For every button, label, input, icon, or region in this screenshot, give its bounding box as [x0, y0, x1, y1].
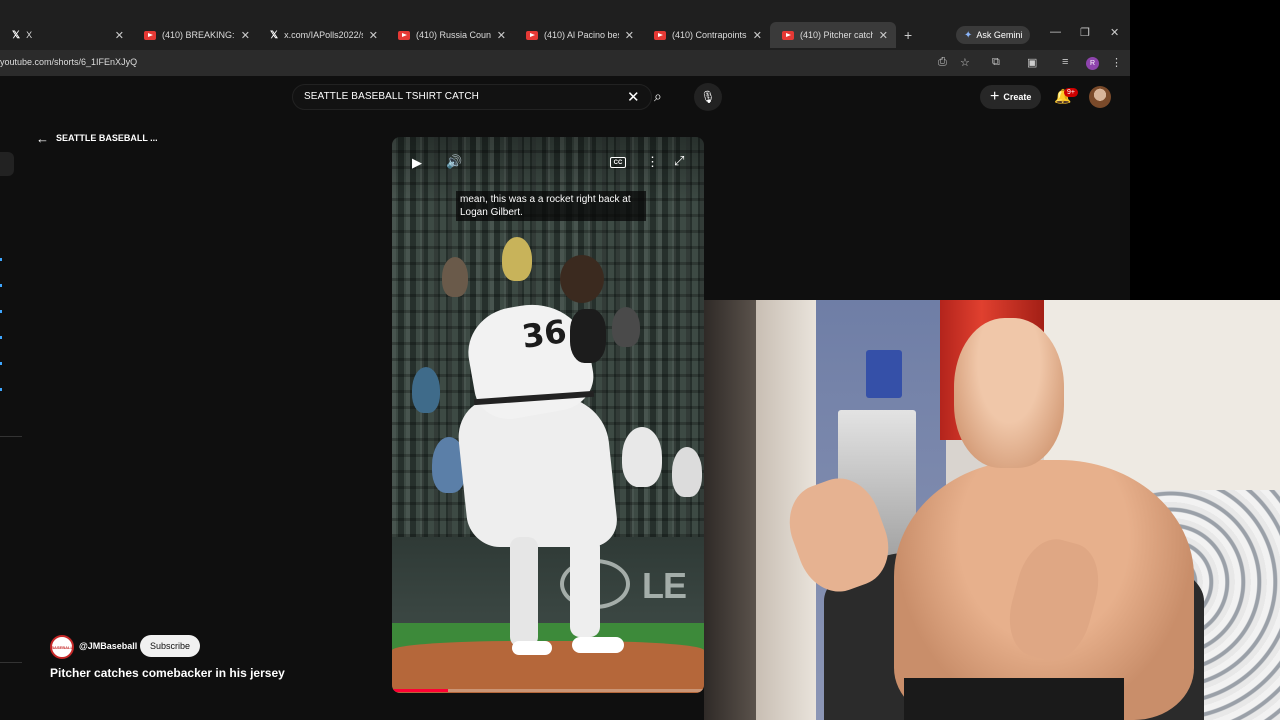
volume-icon[interactable]: 🔊	[446, 154, 462, 170]
tab-title: (410) Pitcher catches co	[800, 30, 873, 40]
sidebar-indicator	[0, 284, 2, 287]
youtube-icon	[782, 30, 794, 40]
shorts-video-player[interactable]: LE 36 ▶ 🔊 CC ⋮ ⤢ mean, this was a a rock…	[392, 137, 704, 693]
video-title[interactable]: Pitcher catches comebacker in his jersey	[50, 666, 285, 680]
spectator	[672, 447, 702, 497]
pitcher-leg	[570, 537, 600, 637]
channel-name[interactable]: @JMBaseball	[79, 641, 137, 651]
ask-gemini-button[interactable]: ✦ Ask Gemini	[956, 26, 1031, 44]
close-icon[interactable]: ✕	[753, 29, 762, 42]
sidebar-indicator	[0, 258, 2, 261]
clear-search-icon[interactable]: ✕	[627, 88, 640, 106]
extensions-icon[interactable]: ⧉	[992, 56, 1000, 69]
gemini-sparkle-icon: ✦	[964, 29, 973, 41]
youtube-icon	[144, 30, 156, 40]
pitcher-head	[560, 255, 604, 303]
account-avatar[interactable]	[1089, 86, 1111, 108]
new-tab-button[interactable]: +	[904, 27, 912, 43]
side-panel-icon[interactable]: ▣	[1027, 56, 1037, 69]
tab-title: x.com/IAPolls2022/stat	[284, 30, 363, 40]
close-icon[interactable]: ✕	[115, 29, 124, 42]
spectator	[442, 257, 468, 297]
channel-avatar[interactable]: BASEBALL	[50, 635, 74, 659]
shelf-box	[866, 350, 902, 398]
minimize-icon[interactable]: —	[1050, 26, 1061, 38]
play-icon[interactable]: ▶	[412, 155, 422, 171]
notification-badge: 9+	[1064, 88, 1078, 97]
spectator	[502, 237, 532, 281]
subscribe-button[interactable]: Subscribe	[140, 635, 201, 657]
tab-youtube-pitcher[interactable]: (410) Pitcher catches co ✕	[770, 22, 896, 48]
spectator	[412, 367, 440, 413]
spectator	[612, 307, 640, 347]
tab-x[interactable]: 𝕏 X ✕	[0, 22, 132, 48]
captions-button[interactable]: CC	[610, 157, 626, 168]
sidebar-indicator	[0, 388, 2, 391]
pitcher-arm	[570, 309, 606, 363]
tab-youtube-contrapoints[interactable]: (410) Contrapoints ATT ✕	[642, 22, 770, 48]
webcam-overlay	[704, 300, 1280, 720]
progress-fill	[392, 689, 449, 692]
create-button[interactable]: + Create	[980, 85, 1042, 109]
menu-kebab-icon[interactable]: ⋮	[1111, 56, 1122, 69]
maximize-icon[interactable]: ❐	[1080, 26, 1090, 39]
sidebar-indicator	[0, 310, 2, 313]
tab-x-polls[interactable]: 𝕏 x.com/IAPolls2022/stat ✕	[258, 22, 386, 48]
more-options-icon[interactable]: ⋮	[646, 154, 659, 170]
youtube-icon	[654, 30, 666, 40]
pitcher-legs	[454, 397, 620, 547]
address-bar[interactable]: youtube.com/shorts/6_1IFEnXJyQ ⎙ ☆ ⧉ ▣ ≡…	[0, 50, 1130, 76]
video-caption: mean, this was a a rocket right back at …	[456, 191, 646, 221]
close-icon[interactable]: ✕	[369, 29, 378, 42]
media-controls-icon[interactable]: ≡	[1062, 56, 1068, 68]
search-input[interactable]: SEATTLE BASEBALL TSHIRT CATCH	[304, 91, 479, 102]
bookmark-star-icon[interactable]: ☆	[960, 56, 970, 69]
pitcher-leg	[510, 537, 538, 647]
tab-youtube-trump[interactable]: (410) BREAKING: Trump ✕	[132, 22, 258, 48]
close-icon[interactable]: ✕	[497, 29, 506, 42]
back-label[interactable]: SEATTLE BASEBALL ...	[56, 133, 158, 143]
gemini-label: Ask Gemini	[976, 30, 1023, 40]
sidebar-indicator	[0, 336, 2, 339]
search-icon[interactable]: ⌕	[654, 88, 662, 105]
tab-title: X	[26, 30, 33, 40]
sidebar-tab[interactable]	[0, 152, 14, 176]
back-arrow-icon[interactable]: ←	[36, 131, 49, 146]
create-label: Create	[1003, 92, 1032, 102]
tab-title: (410) Russia Counterat	[416, 30, 491, 40]
plus-icon: +	[990, 88, 1000, 105]
x-icon: 𝕏	[270, 29, 279, 41]
profile-avatar[interactable]: R	[1086, 57, 1099, 70]
tab-title: (410) BREAKING: Trump	[162, 30, 235, 40]
install-app-icon[interactable]: ⎙	[938, 56, 947, 69]
close-icon[interactable]: ✕	[241, 29, 250, 42]
tab-youtube-pacino[interactable]: (410) Al Pacino best sp ✕	[514, 22, 642, 48]
fullscreen-icon[interactable]: ⤢	[674, 153, 684, 169]
close-icon[interactable]: ✕	[879, 29, 888, 42]
voice-search-button[interactable]: 🎙	[694, 83, 722, 111]
pitcher-shoe	[572, 637, 624, 653]
window-close-icon[interactable]: ✕	[1110, 26, 1119, 39]
youtube-icon	[398, 30, 410, 40]
sidebar-divider	[0, 662, 22, 663]
sidebar-divider	[0, 436, 22, 437]
tab-title: (410) Al Pacino best sp	[544, 30, 619, 40]
youtube-icon	[526, 30, 538, 40]
person-head	[954, 318, 1064, 468]
url-text[interactable]: youtube.com/shorts/6_1IFEnXJyQ	[0, 57, 137, 67]
microphone-icon: 🎙	[700, 90, 716, 104]
person-shorts	[904, 678, 1124, 720]
tab-title: (410) Contrapoints ATT	[672, 30, 747, 40]
tab-youtube-russia[interactable]: (410) Russia Counterat ✕	[386, 22, 514, 48]
x-icon: 𝕏	[12, 29, 21, 41]
sponsor-text: LE	[642, 565, 687, 606]
jersey-number: 36	[519, 312, 569, 356]
close-icon[interactable]: ✕	[625, 29, 634, 42]
sidebar-indicator	[0, 362, 2, 365]
pitcher-shoe	[512, 641, 552, 655]
spectator	[622, 427, 662, 487]
